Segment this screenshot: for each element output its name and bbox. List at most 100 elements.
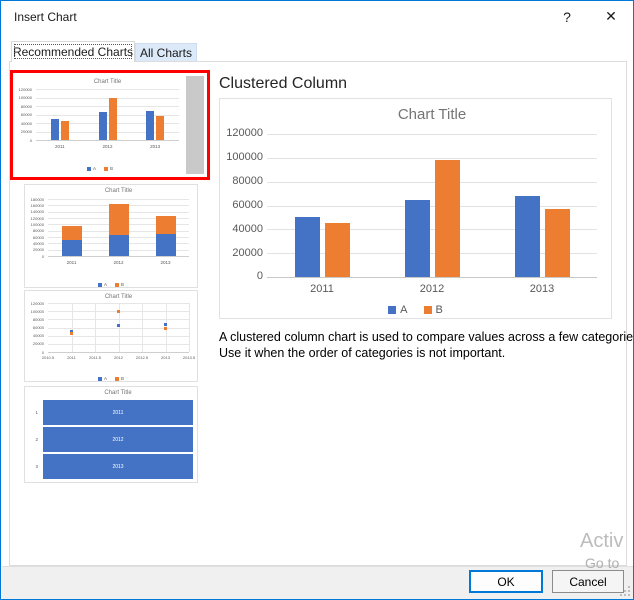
- thumbnail-scatter[interactable]: Chart Title 0 20000 40000 60000 80000 100000 12…: [24, 290, 198, 382]
- gridline: [36, 97, 179, 99]
- bar: 2012: [43, 427, 193, 452]
- y-tick-label: 0: [41, 253, 44, 259]
- bar: [146, 111, 155, 140]
- tab-all-charts-label: All Charts: [139, 45, 192, 60]
- gridline: [267, 134, 597, 135]
- chart-title: Chart Title: [104, 294, 133, 300]
- bar: [50, 118, 59, 140]
- x-category-label: 2013: [160, 260, 171, 265]
- chart-title: Chart Title: [104, 188, 133, 194]
- y-tick-label: 20000: [232, 246, 263, 259]
- chart-legend: AB: [220, 300, 611, 318]
- y-tick-label: 40000: [32, 333, 44, 339]
- y-axis-label: 1: [35, 409, 38, 415]
- close-button[interactable]: ✕: [589, 1, 633, 32]
- legend-label: A: [400, 304, 408, 316]
- bar: [514, 195, 540, 277]
- bar-segment: [108, 235, 129, 256]
- x-category-label: 2013: [529, 283, 555, 295]
- y-tick-label: 60000: [32, 234, 44, 240]
- legend-label: A: [103, 282, 107, 287]
- bar: [404, 199, 430, 277]
- legend-item: A: [86, 166, 96, 171]
- dialog-title: Insert Chart: [14, 10, 77, 24]
- scatter-point: [117, 323, 120, 327]
- gridline: [36, 89, 179, 90]
- bar: [108, 98, 117, 140]
- scatter-point: [164, 322, 167, 326]
- bar-segment: [155, 234, 176, 256]
- chart-description: A clustered column chart is used to comp…: [219, 329, 634, 362]
- y-tick-label: 20000: [32, 341, 44, 347]
- legend-label: B: [121, 376, 125, 381]
- help-button[interactable]: ?: [545, 1, 589, 32]
- y-tick-label: 60000: [32, 325, 44, 331]
- y-tick-label: 40000: [232, 222, 263, 235]
- y-tick-label: 0: [29, 137, 32, 143]
- gridline: [267, 181, 597, 183]
- chart-legend: AB: [25, 273, 197, 287]
- bar-segment: [108, 204, 129, 236]
- thumbnail-bar[interactable]: Chart Title 1 2011 2 2012 3 2013: [24, 386, 198, 483]
- x-tick-label: 2013.5: [182, 355, 196, 360]
- legend-swatch: [97, 282, 102, 287]
- chart-title: Chart Title: [93, 79, 122, 85]
- bar: [434, 160, 460, 277]
- scatter-point: [70, 332, 73, 336]
- y-tick-label: 120000: [30, 300, 44, 306]
- legend-item: B: [423, 304, 443, 316]
- tab-recommended-charts-label: Recommended Charts: [12, 45, 134, 59]
- v-gridline: [142, 303, 143, 352]
- legend-label: A: [103, 376, 107, 381]
- thumbnail-clustered-chart: Chart Title 0 20000 40000 60000 80000 100000 12…: [16, 76, 184, 172]
- y-tick-label: 40000: [20, 120, 32, 126]
- gridline: [267, 157, 597, 159]
- scatter-point: [164, 327, 167, 331]
- legend-swatch: [115, 376, 119, 381]
- legend-label: B: [121, 282, 125, 287]
- y-tick-label: 140000: [30, 209, 44, 215]
- legend-swatch: [104, 166, 108, 171]
- scrollbar-thumb[interactable]: [186, 76, 204, 174]
- resize-grip[interactable]: [618, 584, 630, 596]
- y-tick-label: 80000: [32, 316, 44, 322]
- x-category-label: 2013: [150, 144, 161, 149]
- main-chart-canvas: Chart Title 0 20000 40000 60000 80000 100000 12…: [220, 99, 611, 318]
- chart-legend: AB: [16, 157, 184, 172]
- y-tick-label: 60000: [20, 112, 32, 118]
- x-axis-line: [48, 256, 189, 257]
- legend-swatch: [423, 306, 432, 315]
- y-tick-label: 120000: [30, 215, 44, 221]
- watermark-activate-text: Activ: [580, 530, 624, 552]
- tab-all-charts[interactable]: All Charts: [135, 43, 197, 61]
- chart-preview: Chart Title 0 20000 40000 60000 80000 100000 12…: [219, 98, 612, 319]
- description-line-1: A clustered column chart is used to comp…: [219, 330, 634, 344]
- v-gridline: [95, 303, 96, 352]
- scatter-point: [117, 310, 120, 314]
- thumbnail-scatter-chart: Chart Title 0 20000 40000 60000 80000 100000 12…: [25, 291, 197, 381]
- gridline: [36, 106, 179, 107]
- thumbnail-clustered-column[interactable]: Chart Title 0 20000 40000 60000 80000 100000 12…: [10, 70, 210, 180]
- y-tick-label: 120000: [18, 86, 32, 92]
- cancel-button[interactable]: Cancel: [552, 570, 624, 593]
- chart-legend: AB: [25, 367, 197, 381]
- thumbnail-bar-chart: Chart Title 1 2011 2 2012 3 2013: [25, 387, 197, 482]
- bar-segment: [155, 216, 176, 235]
- tab-recommended-charts[interactable]: Recommended Charts: [11, 41, 135, 62]
- y-tick-label: 60000: [232, 198, 263, 211]
- thumbnail-stacked-column[interactable]: Chart Title 0 20000 40000 60000 80000 100000 12…: [24, 184, 198, 288]
- legend-item: B: [115, 376, 124, 381]
- close-icon: ✕: [605, 8, 617, 24]
- y-tick-label: 20000: [20, 129, 32, 135]
- legend-swatch: [97, 376, 102, 381]
- chart-title: Chart Title: [397, 106, 467, 123]
- ok-button[interactable]: OK: [469, 570, 543, 593]
- bar: [544, 209, 570, 277]
- legend-label: A: [92, 166, 96, 171]
- bar: [98, 112, 107, 140]
- description-line-2: Use it when the order of categories is n…: [219, 346, 506, 361]
- bar: 2013: [43, 454, 193, 479]
- bar: [60, 120, 69, 140]
- titlebar[interactable]: Insert Chart: [1, 1, 633, 33]
- y-tick-label: 80000: [32, 228, 44, 234]
